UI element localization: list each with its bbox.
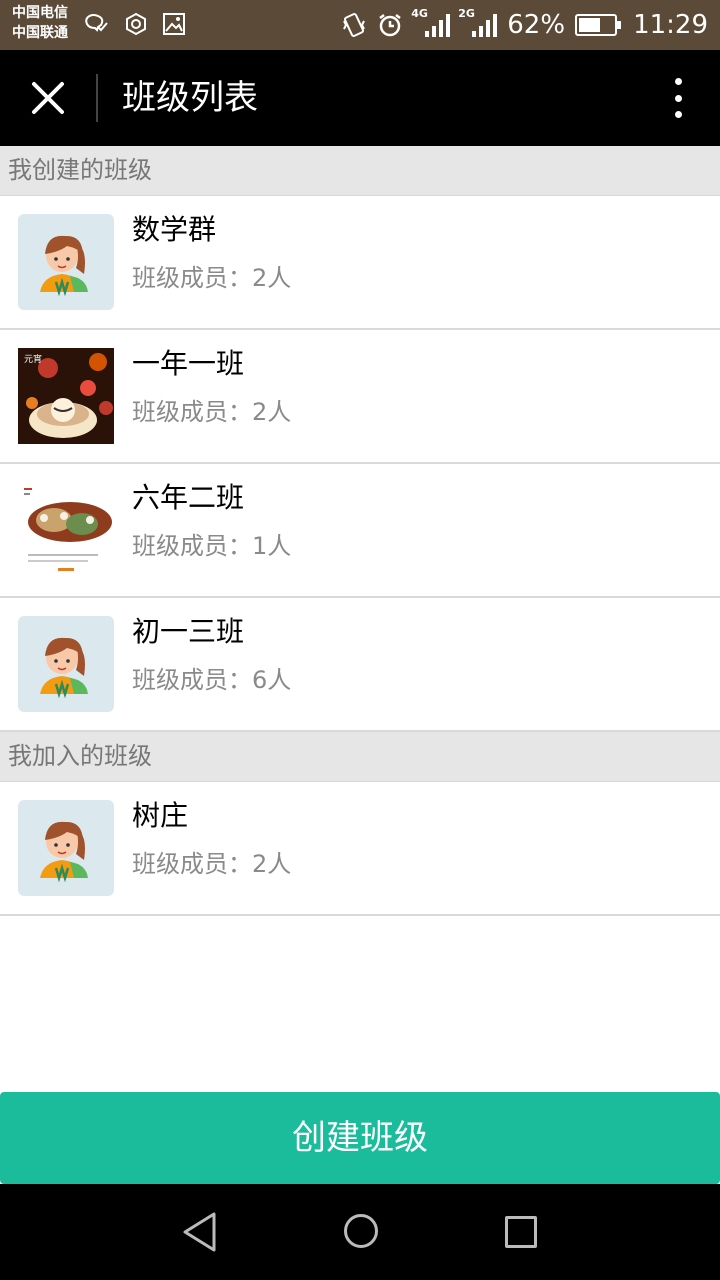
default-avatar-icon [18, 214, 114, 310]
carrier-1: 中国电信 [12, 5, 68, 21]
class-name: 数学群 [132, 213, 217, 246]
signal-4g-icon: 4G [411, 7, 451, 37]
carrier-names: 中国电信 中国联通 [12, 3, 68, 43]
close-icon [32, 82, 64, 114]
clock: 11:29 [633, 10, 708, 40]
class-name: 树庄 [132, 799, 189, 832]
svg-text:元宵: 元宵 [24, 353, 42, 365]
section-header-created: 我创建的班级 [0, 146, 720, 196]
battery-fill [579, 18, 601, 32]
alarm-icon [379, 14, 402, 37]
vibrate-icon [343, 13, 366, 37]
photo-festive-icon: 元宵 [18, 348, 114, 444]
net-2-label: 2G [458, 7, 475, 20]
page-title: 班级列表 [122, 78, 258, 118]
wechat-icon [85, 14, 108, 32]
status-right: 4G 2G 62% 11:29 [341, 0, 708, 50]
class-row[interactable]: 元宵 一年一班 班级成员：2人 [0, 330, 720, 464]
default-avatar-icon [18, 616, 114, 712]
class-row[interactable]: 树庄 班级成员：2人 [0, 782, 720, 916]
class-members: 班级成员：2人 [132, 398, 292, 426]
title-bar: 班级列表 [0, 50, 720, 146]
class-row[interactable]: 六年二班 班级成员：1人 [0, 464, 720, 598]
class-name: 六年二班 [132, 481, 245, 514]
carrier-2: 中国联通 [12, 25, 68, 41]
default-avatar-icon [18, 800, 114, 896]
photo-poster-icon [18, 482, 114, 578]
signal-2g-icon: 2G [458, 7, 498, 37]
back-icon[interactable] [180, 1210, 220, 1254]
class-name: 初一三班 [132, 615, 245, 648]
class-members: 班级成员：1人 [132, 532, 292, 560]
class-name: 一年一班 [132, 347, 245, 380]
battery-icon [575, 14, 622, 36]
notification-icons [84, 11, 186, 37]
class-row[interactable]: 数学群 班级成员：2人 [0, 196, 720, 330]
settings-icon [126, 12, 146, 36]
more-vertical-icon[interactable] [666, 78, 690, 118]
section-header-joined: 我加入的班级 [0, 732, 720, 782]
class-row[interactable]: 初一三班 班级成员：6人 [0, 598, 720, 732]
recent-apps-icon[interactable] [505, 1216, 537, 1248]
close-button[interactable] [24, 74, 72, 122]
net-1-label: 4G [411, 7, 428, 20]
battery-percent: 62% [507, 10, 566, 40]
title-divider [96, 74, 98, 122]
class-members: 班级成员：6人 [132, 666, 292, 694]
home-icon[interactable] [344, 1214, 378, 1248]
create-class-button[interactable]: 创建班级 [0, 1092, 720, 1184]
image-icon [163, 13, 185, 35]
status-bar: 中国电信 中国联通 4G 2G 62% 11:29 [0, 0, 720, 50]
system-nav-bar [0, 1184, 720, 1280]
class-members: 班级成员：2人 [132, 850, 292, 878]
class-members: 班级成员：2人 [132, 264, 292, 292]
